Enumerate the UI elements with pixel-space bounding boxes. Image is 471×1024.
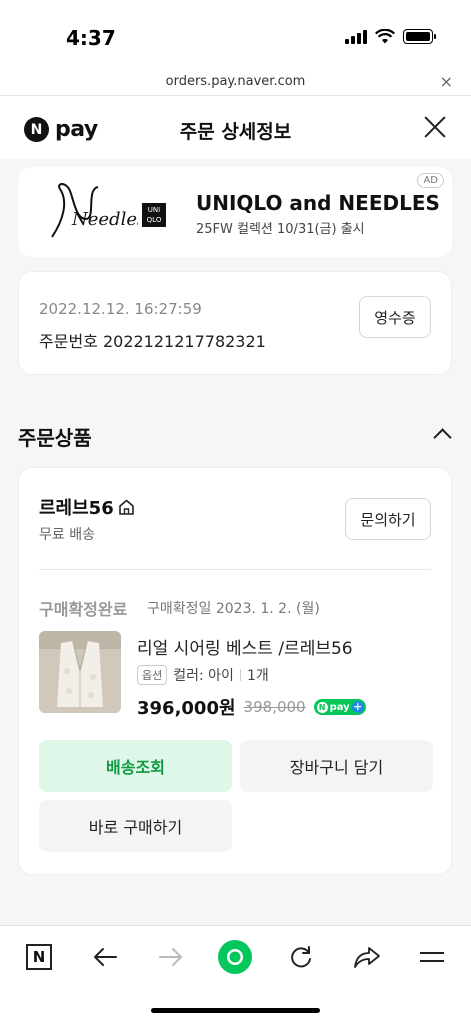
option-separator bbox=[239, 669, 241, 681]
npay-plus-badge: N pay + bbox=[313, 699, 366, 715]
refresh-icon bbox=[291, 946, 311, 968]
order-status: 구매확정완료 bbox=[39, 600, 128, 619]
cellular-signal-icon bbox=[345, 28, 367, 44]
buy-again-button[interactable]: 바로 구매하기 bbox=[39, 800, 232, 852]
page-title: 주문 상세정보 bbox=[179, 121, 292, 143]
ad-title: UNIQLO and NEEDLES bbox=[196, 191, 440, 215]
home-indicator[interactable] bbox=[151, 1008, 320, 1013]
green-dot-icon bbox=[218, 940, 252, 974]
uniqlo-logo-top: UNI bbox=[147, 206, 161, 214]
naver-home-icon: N bbox=[26, 944, 52, 970]
share-icon bbox=[354, 947, 380, 968]
option-tag: 옵션 bbox=[137, 665, 168, 685]
plus-icon: + bbox=[351, 700, 364, 713]
confirm-date: 구매확정일 2023. 1. 2. (월) bbox=[147, 601, 320, 617]
uniqlo-logo-bottom: QLO bbox=[146, 216, 162, 224]
close-icon[interactable] bbox=[423, 115, 447, 139]
ad-subtitle: 25FW 컬렉션 10/31(금) 출시 bbox=[196, 222, 365, 237]
product-option: 옵션 컬러: 아이 1개 bbox=[137, 665, 269, 685]
receipt-button[interactable]: 영수증 bbox=[359, 296, 431, 338]
green-dot-button[interactable] bbox=[218, 940, 252, 974]
product-name[interactable]: 리얼 시어링 베스트 /르레브56 bbox=[137, 634, 353, 659]
store-name-text: 르레브56 bbox=[39, 498, 114, 519]
share-button[interactable] bbox=[350, 940, 384, 974]
url-text[interactable]: orders.pay.naver.com bbox=[0, 74, 471, 89]
product-card: 르레브56 무료 배송 문의하기 구매확정완료 구매확정일 2023. 1. 2… bbox=[18, 467, 452, 875]
close-tab-icon[interactable]: × bbox=[440, 72, 453, 91]
needles-logo-text: Needles bbox=[71, 209, 138, 230]
status-icons bbox=[345, 28, 436, 44]
wifi-icon bbox=[375, 28, 395, 43]
inquiry-button[interactable]: 문의하기 bbox=[345, 498, 431, 540]
battery-icon bbox=[403, 28, 436, 44]
option-value: 컬러: 아이 bbox=[173, 668, 234, 684]
shipping-info: 무료 배송 bbox=[39, 527, 95, 543]
store-home-icon[interactable] bbox=[118, 499, 135, 515]
uniqlo-logo: UNI QLO bbox=[142, 203, 166, 227]
refresh-button[interactable] bbox=[284, 940, 318, 974]
forward-button[interactable] bbox=[154, 940, 188, 974]
menu-icon bbox=[420, 952, 444, 962]
npay-n-icon: N bbox=[316, 701, 328, 713]
chevron-up-icon[interactable] bbox=[433, 428, 452, 447]
order-number: 주문번호 2022121217782321 bbox=[39, 332, 266, 351]
ad-badge: AD bbox=[417, 173, 444, 188]
ad-banner[interactable]: Needles UNI QLO UNIQLO and NEEDLES 25FW … bbox=[18, 167, 452, 257]
page-header: N pay 주문 상세정보 bbox=[0, 97, 471, 159]
option-quantity: 1개 bbox=[246, 668, 269, 684]
section-title: 주문상품 bbox=[18, 426, 92, 450]
menu-button[interactable] bbox=[415, 940, 449, 974]
add-to-cart-button[interactable]: 장바구니 담기 bbox=[240, 740, 433, 792]
order-info-card: 2022.12.12. 16:27:59 주문번호 20221212177823… bbox=[18, 271, 452, 375]
browser-url-bar[interactable]: orders.pay.naver.com × bbox=[0, 72, 471, 96]
product-thumbnail[interactable] bbox=[39, 631, 121, 713]
sale-price: 396,000원 bbox=[137, 698, 236, 719]
status-bar: 4:37 bbox=[0, 0, 471, 72]
page: N pay 주문 상세정보 Needles UNI QLO UNIQLO and… bbox=[0, 97, 471, 925]
arrow-right-icon bbox=[159, 948, 182, 966]
vest-image bbox=[39, 631, 121, 713]
store-name[interactable]: 르레브56 bbox=[39, 494, 135, 520]
original-price: 398,000 bbox=[243, 698, 306, 716]
naver-home-button[interactable]: N bbox=[22, 940, 56, 974]
status-time: 4:37 bbox=[66, 26, 116, 50]
needles-logo: Needles bbox=[51, 183, 138, 238]
browser-toolbar: N bbox=[0, 925, 471, 1024]
product-price: 396,000원 398,000 N pay + bbox=[137, 694, 366, 720]
track-delivery-button[interactable]: 배송조회 bbox=[39, 740, 232, 792]
arrow-left-icon bbox=[94, 948, 117, 966]
divider bbox=[39, 569, 431, 570]
back-button[interactable] bbox=[88, 940, 122, 974]
order-datetime: 2022.12.12. 16:27:59 bbox=[39, 300, 202, 318]
npay-badge-text: pay bbox=[329, 701, 350, 713]
